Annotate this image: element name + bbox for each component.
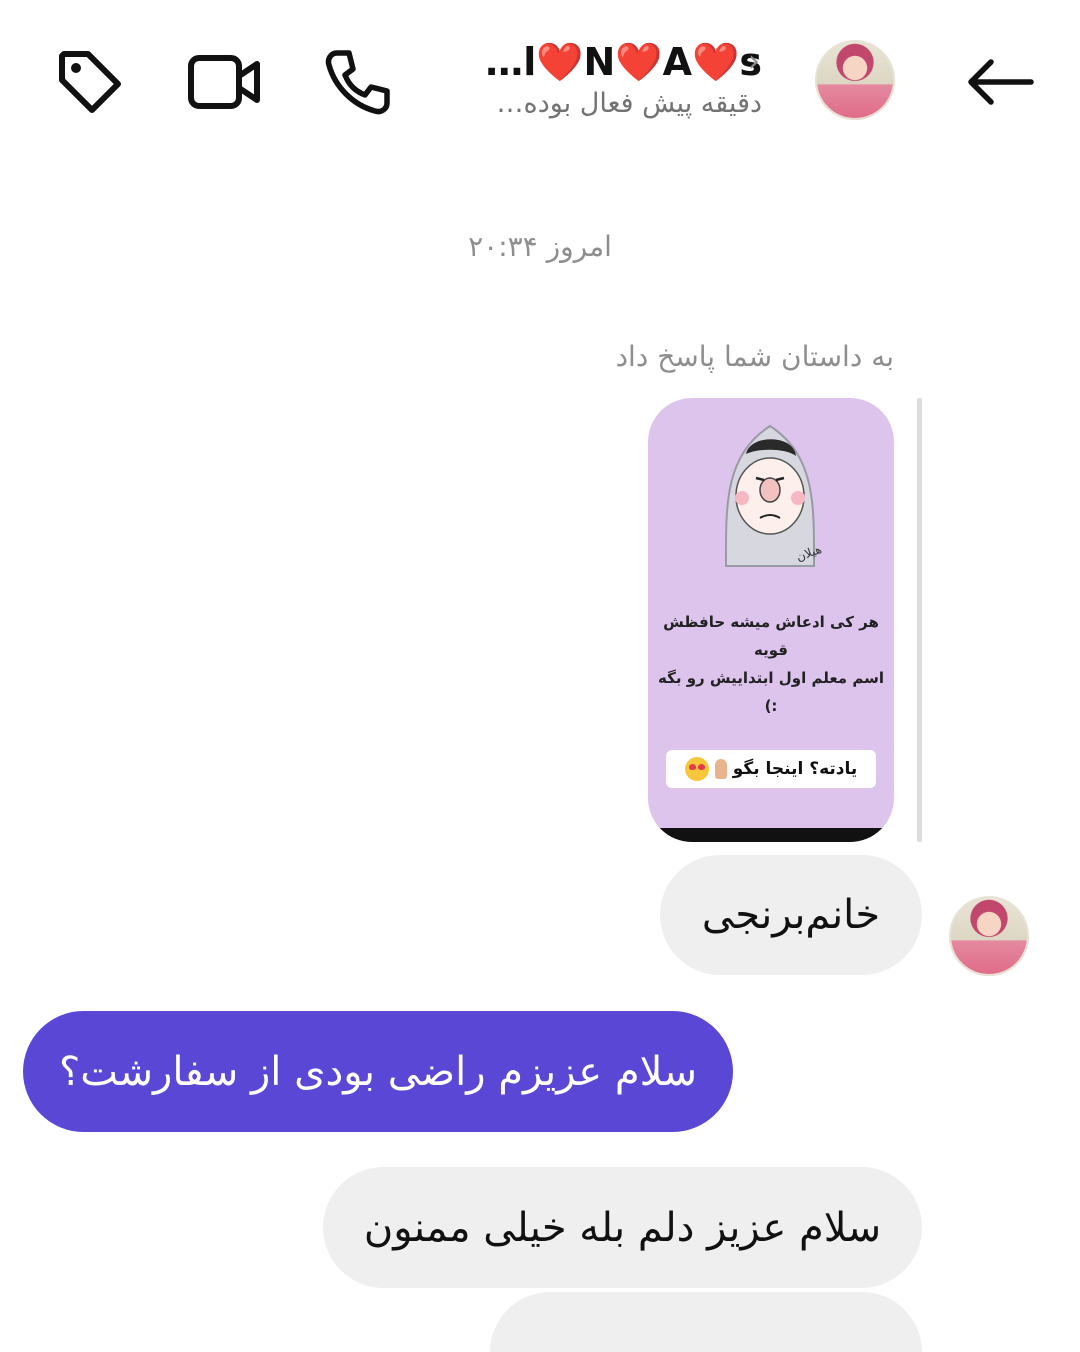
video-call-button[interactable] [186,44,264,120]
tag-button[interactable] [52,44,128,120]
message-timestamp: امروز ۲۰:۳۴ [468,230,612,263]
message-bubble-incoming[interactable]: سلام عزیز دلم بله خیلی ممنون [323,1167,922,1288]
story-preview[interactable]: هیلان هر کی ادعاش میشه حافظش قویه اسم مع… [648,398,894,842]
reply-divider [917,398,922,842]
message-text: خانم‌برنجی [701,892,881,938]
sticker-text: یادته؟ اینجا بگو [732,759,858,779]
story-reply-note: به داستان شما پاسخ داد [615,340,894,373]
phone-icon [325,50,390,115]
story-question-sticker: یادته؟ اینجا بگو [666,750,876,788]
voice-call-button[interactable] [320,44,396,120]
message-text: سلام عزیز دلم بله خیلی ممنون [363,1204,882,1251]
story-caption-line-1: هر کی ادعاش میشه حافظش قویه [663,613,879,659]
sender-avatar[interactable] [949,896,1029,976]
back-arrow-icon [968,59,1034,105]
active-status: دقیقه پیش فعال بوده… [496,88,762,119]
chevron-right-icon[interactable]: › [748,44,760,79]
message-bubble-incoming[interactable]: خانم‌برنجی [660,855,922,975]
back-button[interactable] [962,44,1038,120]
tag-icon [59,51,121,113]
story-caption: هر کی ادعاش میشه حافظش قویه اسم معلم اول… [654,608,888,720]
video-call-icon [188,55,260,109]
contact-name[interactable]: …l❤️N❤️A❤️s [485,40,762,85]
pointing-finger-icon [714,759,727,779]
message-bubble-outgoing[interactable]: سلام عزیزم راضی بودی از سفارشت؟ [23,1011,733,1132]
message-text: سلام عزیزم راضی بودی از سفارشت؟ [59,1048,697,1095]
message-bubble-partial [490,1292,922,1352]
story-progress-strip [648,828,894,842]
contact-avatar[interactable] [815,40,895,120]
story-caption-line-2: اسم معلم اول ابتداییش رو بگه :) [658,669,884,715]
heart-eyes-emoji-icon [684,757,709,781]
